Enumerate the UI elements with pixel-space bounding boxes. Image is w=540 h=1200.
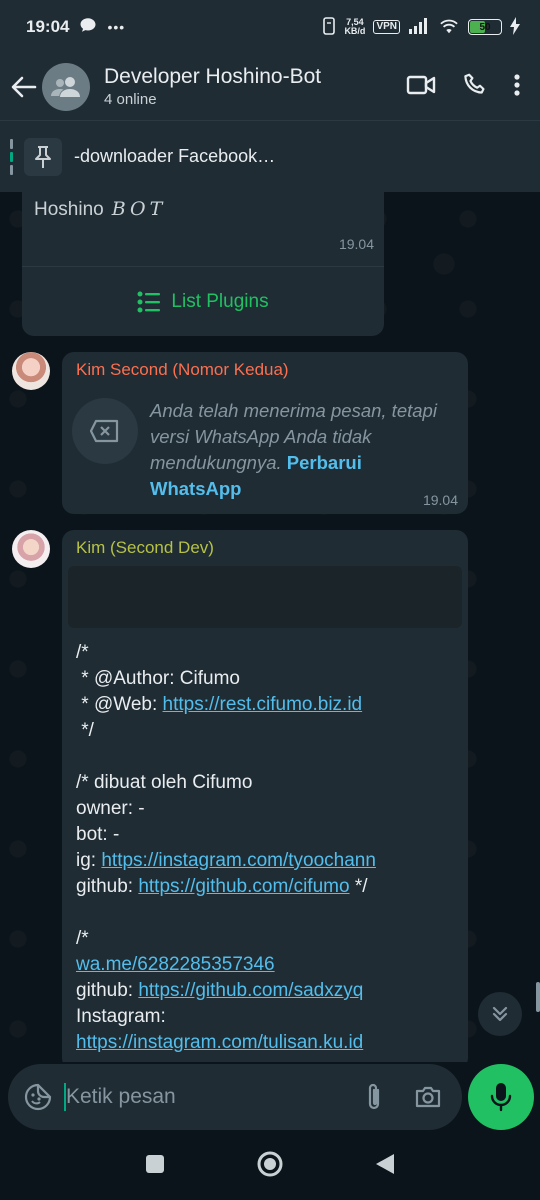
link[interactable]: https://instagram.com/tulisan.ku.id bbox=[76, 1032, 363, 1053]
paperclip-icon bbox=[368, 1083, 380, 1110]
composer: Ketik pesan bbox=[0, 1062, 540, 1132]
group-avatar[interactable] bbox=[42, 63, 90, 111]
voice-message-button[interactable] bbox=[468, 1064, 534, 1130]
message-cut-off-line: di bingin Bada selengkapnya bbox=[36, 192, 370, 194]
status-time: 19:04 bbox=[26, 17, 70, 36]
mute-icon bbox=[322, 16, 336, 38]
list-plugins-button[interactable]: List Plugins bbox=[22, 267, 384, 336]
pin-icon bbox=[35, 145, 51, 168]
sender-name[interactable]: Kim Second (Nomor Kedua) bbox=[76, 360, 289, 380]
video-call-button[interactable] bbox=[406, 74, 436, 101]
header-actions bbox=[406, 72, 520, 103]
pinned-message-text: -downloader Facebook… bbox=[74, 146, 276, 166]
battery-indicator: 50 bbox=[468, 19, 502, 35]
scroll-to-bottom-button[interactable] bbox=[478, 992, 522, 1036]
kebab-menu-icon bbox=[514, 73, 520, 96]
recents-button[interactable] bbox=[144, 1153, 166, 1180]
more-options-button[interactable] bbox=[514, 73, 520, 102]
message-input[interactable]: Ketik pesan bbox=[66, 1085, 354, 1109]
chat-title-block[interactable]: Developer Hoshino-Bot 4 online bbox=[104, 64, 406, 110]
list-plugins-label: List Plugins bbox=[171, 290, 269, 312]
line: github: bbox=[76, 876, 139, 897]
message-unsupported[interactable]: Kim Second (Nomor Kedua) Anda telah mene… bbox=[62, 352, 468, 514]
pinned-thumb bbox=[24, 137, 62, 176]
bot-signature: Hoshino BOT bbox=[34, 198, 166, 221]
scrollbar-thumb[interactable] bbox=[536, 982, 540, 1012]
sender-name[interactable]: Kim (Second Dev) bbox=[76, 538, 214, 558]
line: * @Web: bbox=[76, 694, 163, 715]
line: owner: - bbox=[76, 798, 145, 819]
microphone-icon bbox=[490, 1083, 512, 1112]
camera-button[interactable] bbox=[408, 1077, 448, 1117]
status-right: 7,54 KB/d VPN 50 bbox=[322, 16, 520, 38]
avatar[interactable] bbox=[12, 530, 50, 568]
chat-messages[interactable]: di bingin Bada selengkapnya Hoshino BOT 1… bbox=[0, 192, 540, 1062]
whatsapp-screen: 19:04 ••• 7,54 KB/d VPN 50 Developer Hos… bbox=[0, 0, 540, 1200]
home-button[interactable] bbox=[256, 1150, 284, 1183]
double-chevron-down-icon bbox=[492, 1006, 508, 1022]
more-notifications-icon: ••• bbox=[107, 19, 126, 35]
line: */ bbox=[76, 720, 94, 741]
line: github: bbox=[76, 980, 139, 1001]
system-navigation-bar bbox=[0, 1132, 540, 1200]
camera-icon bbox=[415, 1086, 441, 1108]
message-bot-plugins[interactable]: di bingin Bada selengkapnya Hoshino BOT 1… bbox=[22, 192, 384, 336]
signature-name: Hoshino bbox=[34, 199, 104, 220]
line: bot: - bbox=[76, 824, 120, 845]
chat-subtitle: 4 online bbox=[104, 91, 157, 108]
message-body: /* * @Author: Cifumo * @Web: https://res… bbox=[76, 640, 456, 1056]
signal-icon bbox=[408, 17, 430, 37]
signature-bot: BOT bbox=[111, 198, 167, 220]
voice-call-button[interactable] bbox=[462, 72, 488, 103]
phone-icon bbox=[464, 73, 485, 94]
line: /* bbox=[76, 928, 89, 949]
unsupported-message-text: Anda telah menerima pesan, tetapi versi … bbox=[150, 398, 456, 502]
message-time: 19.04 bbox=[422, 492, 458, 508]
sticker-icon bbox=[24, 1083, 52, 1111]
message-code-credits[interactable]: Kim (Second Dev) /* * @Author: Cifumo * … bbox=[62, 530, 468, 1062]
avatar[interactable] bbox=[12, 352, 50, 390]
link[interactable]: wa.me/6282285357346 bbox=[76, 954, 275, 975]
line: /* dibuat oleh Cifumo bbox=[76, 772, 253, 793]
chat-bubble-notification-icon bbox=[79, 16, 97, 39]
link[interactable]: https://instagram.com/tyoochann bbox=[101, 850, 376, 871]
network-speed: 7,54 KB/d bbox=[344, 18, 365, 36]
attach-button[interactable] bbox=[354, 1077, 394, 1117]
network-speed-unit: KB/d bbox=[344, 26, 366, 36]
line: * @Author: Cifumo bbox=[76, 668, 240, 689]
chat-title: Developer Hoshino-Bot bbox=[104, 65, 322, 88]
line: ig: bbox=[76, 850, 102, 871]
vpn-badge: VPN bbox=[373, 20, 400, 34]
message-time: 19.04 bbox=[338, 236, 374, 252]
line: /* bbox=[76, 642, 89, 663]
link[interactable]: https://rest.cifumo.biz.id bbox=[163, 694, 363, 715]
battery-level: 50 bbox=[479, 21, 491, 33]
list-icon bbox=[137, 291, 161, 312]
back-nav-button[interactable] bbox=[374, 1152, 396, 1181]
chat-header: Developer Hoshino-Bot 4 online bbox=[0, 54, 540, 120]
pinned-indicator bbox=[10, 138, 14, 175]
charging-icon bbox=[510, 16, 520, 38]
line: Instagram: bbox=[76, 1006, 172, 1027]
back-arrow-icon bbox=[11, 76, 37, 98]
line: */ bbox=[349, 876, 368, 897]
link[interactable]: https://github.com/cifumo bbox=[138, 876, 349, 897]
unsupported-message-icon bbox=[72, 398, 138, 464]
triangle-back-icon bbox=[376, 1153, 394, 1174]
square-icon bbox=[146, 1154, 164, 1173]
battery-body: 50 bbox=[468, 19, 502, 35]
group-icon bbox=[51, 77, 80, 97]
quoted-block bbox=[68, 566, 462, 628]
sticker-button[interactable] bbox=[18, 1077, 58, 1117]
back-button[interactable] bbox=[6, 65, 42, 109]
status-bar: 19:04 ••• 7,54 KB/d VPN 50 bbox=[0, 0, 540, 54]
status-left: 19:04 ••• bbox=[26, 16, 125, 39]
message-input-box[interactable]: Ketik pesan bbox=[8, 1064, 462, 1130]
wifi-icon bbox=[438, 17, 460, 38]
circle-icon bbox=[257, 1151, 283, 1176]
pinned-message-bar[interactable]: -downloader Facebook… bbox=[0, 120, 540, 192]
video-camera-icon bbox=[406, 75, 436, 94]
link[interactable]: https://github.com/sadxzyq bbox=[138, 980, 363, 1001]
